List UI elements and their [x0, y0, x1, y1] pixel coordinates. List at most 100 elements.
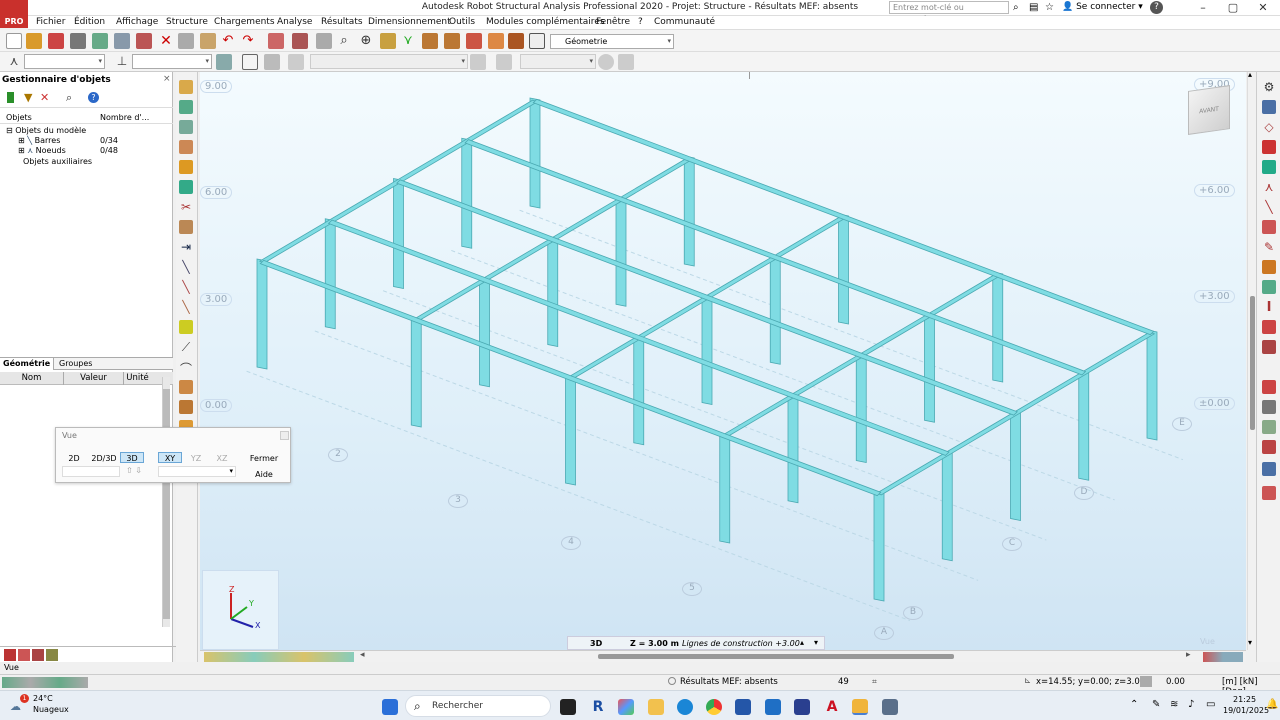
file-explorer-icon[interactable]: [648, 699, 664, 715]
battery-icon[interactable]: ▭: [1206, 699, 1215, 710]
grid-icon[interactable]: [1262, 440, 1276, 454]
search-icon[interactable]: ⌕: [66, 91, 72, 105]
loads-icon[interactable]: [444, 33, 460, 49]
section-icon[interactable]: [264, 54, 280, 70]
scissors-icon[interactable]: ✂: [179, 200, 193, 214]
filter-icon[interactable]: ▼: [24, 91, 32, 104]
tree-icon[interactable]: [7, 92, 14, 103]
column[interactable]: [838, 213, 849, 325]
column[interactable]: [719, 432, 731, 544]
display-tools[interactable]: [204, 652, 354, 662]
menu-communaute[interactable]: Communauté: [654, 17, 715, 27]
chevron-up-icon[interactable]: ⌃: [1130, 699, 1138, 710]
bar-icon[interactable]: [179, 120, 193, 134]
column-icon[interactable]: [1262, 400, 1276, 414]
material-icon[interactable]: [1262, 320, 1276, 334]
menu-modules[interactable]: Modules complémentaires: [486, 17, 605, 27]
solid-icon[interactable]: [179, 400, 193, 414]
view-cube[interactable]: AVANT: [1188, 85, 1230, 135]
structure-node-icon[interactable]: ⋏: [6, 54, 22, 70]
close-icon[interactable]: ×: [163, 74, 171, 84]
binoculars-icon[interactable]: ⌕: [1013, 2, 1019, 13]
dimension-icon[interactable]: ⇥: [179, 240, 193, 254]
copilot-icon[interactable]: [618, 699, 634, 715]
bar-icon[interactable]: ╲: [1262, 200, 1276, 214]
section-icon[interactable]: [1262, 280, 1276, 294]
clock-date[interactable]: 19/01/2025: [1223, 706, 1269, 715]
column[interactable]: [787, 392, 799, 504]
view-options[interactable]: [1203, 652, 1243, 662]
print-preview-icon[interactable]: [92, 33, 108, 49]
ibeam-icon[interactable]: I: [1262, 300, 1276, 315]
calculations-icon[interactable]: [466, 33, 482, 49]
frame-icon[interactable]: [242, 54, 258, 70]
app-logo-icon[interactable]: PRO: [0, 0, 28, 28]
filter-clear-icon[interactable]: ✕: [40, 91, 49, 104]
report-icon[interactable]: [1262, 486, 1276, 500]
column[interactable]: [324, 218, 336, 330]
eraser-icon[interactable]: ◇: [1262, 120, 1276, 134]
zoom-icon[interactable]: ⌕: [336, 33, 352, 49]
undo-icon[interactable]: ↶: [220, 33, 236, 49]
scrollbar-thumb[interactable]: [163, 389, 170, 619]
report-icon[interactable]: [136, 33, 152, 49]
load-icon[interactable]: [179, 320, 193, 334]
tension-icon[interactable]: [1262, 380, 1276, 394]
line-icon[interactable]: ╲: [179, 280, 193, 294]
help-icon[interactable]: ?: [88, 92, 99, 103]
print-icon[interactable]: [70, 33, 86, 49]
load-case-icon[interactable]: ⊥: [114, 54, 130, 70]
support-icon[interactable]: [179, 220, 193, 234]
taskbar-search[interactable]: ⌕ Rechercher: [405, 695, 551, 717]
section-icon[interactable]: [179, 140, 193, 154]
selection-icon[interactable]: ⋎: [400, 33, 416, 49]
view-3d-button[interactable]: 3D: [120, 452, 144, 463]
table-icon[interactable]: [1262, 100, 1276, 114]
panel-icon[interactable]: [179, 380, 193, 394]
maximize-button[interactable]: ▢: [1218, 0, 1248, 16]
copy-icon[interactable]: [178, 33, 194, 49]
column[interactable]: [992, 271, 1004, 383]
result-icon[interactable]: [46, 649, 58, 661]
pencil-icon[interactable]: [179, 80, 193, 94]
spreadsheet-icon[interactable]: [292, 33, 308, 49]
results-icon[interactable]: [488, 33, 504, 49]
up-arrow-icon[interactable]: ▴: [800, 638, 804, 647]
column[interactable]: [1010, 410, 1021, 521]
menu-resultats[interactable]: Résultats: [321, 17, 363, 27]
vertical-scrollbar-thumb[interactable]: [1250, 296, 1255, 430]
weather-widget[interactable]: 1 ☁: [10, 694, 30, 714]
tab-groupes[interactable]: Groupes: [56, 358, 95, 369]
minimize-button[interactable]: –: [1188, 0, 1218, 16]
tree-node[interactable]: ⊟ Objets du modèle: [6, 126, 86, 135]
star-icon[interactable]: ☆: [1045, 2, 1054, 13]
mirror-icon[interactable]: [179, 180, 193, 194]
status-button-icon[interactable]: [1140, 676, 1152, 687]
menu-affichage[interactable]: Affichage: [116, 17, 158, 27]
menu-chargements[interactable]: Chargements: [214, 17, 275, 27]
line-icon[interactable]: ╲: [179, 260, 193, 274]
tree-node[interactable]: ⊞ ╲ Barres: [18, 136, 60, 145]
column[interactable]: [479, 276, 490, 388]
menu-structure[interactable]: Structure: [166, 17, 208, 27]
column[interactable]: [924, 311, 935, 423]
structure-model[interactable]: [200, 72, 1246, 650]
menu-analyse[interactable]: Analyse: [277, 17, 312, 27]
display-icon[interactable]: [380, 33, 396, 49]
menu-outils[interactable]: Outils: [449, 17, 475, 27]
cable-icon[interactable]: [1262, 260, 1276, 274]
menu-edition[interactable]: Édition: [74, 17, 105, 27]
selection-combo[interactable]: ▾: [24, 54, 105, 69]
offset-icon[interactable]: [1262, 340, 1276, 354]
help-dialog-button[interactable]: Aide: [242, 468, 286, 479]
store-icon[interactable]: [735, 699, 751, 715]
vertical-scrollbar[interactable]: ▴ ▾: [1247, 70, 1256, 650]
material-icon[interactable]: [179, 160, 193, 174]
column[interactable]: [1078, 369, 1090, 481]
view-properties-icon[interactable]: [216, 54, 232, 70]
tree-node[interactable]: Objets auxiliaires: [23, 157, 92, 166]
layout-select[interactable]: Géometrie ▾: [550, 34, 674, 49]
scroll-left-icon[interactable]: ◂: [360, 650, 365, 660]
table-icon[interactable]: [268, 33, 284, 49]
zoom-window-icon[interactable]: ⊕: [358, 33, 374, 49]
